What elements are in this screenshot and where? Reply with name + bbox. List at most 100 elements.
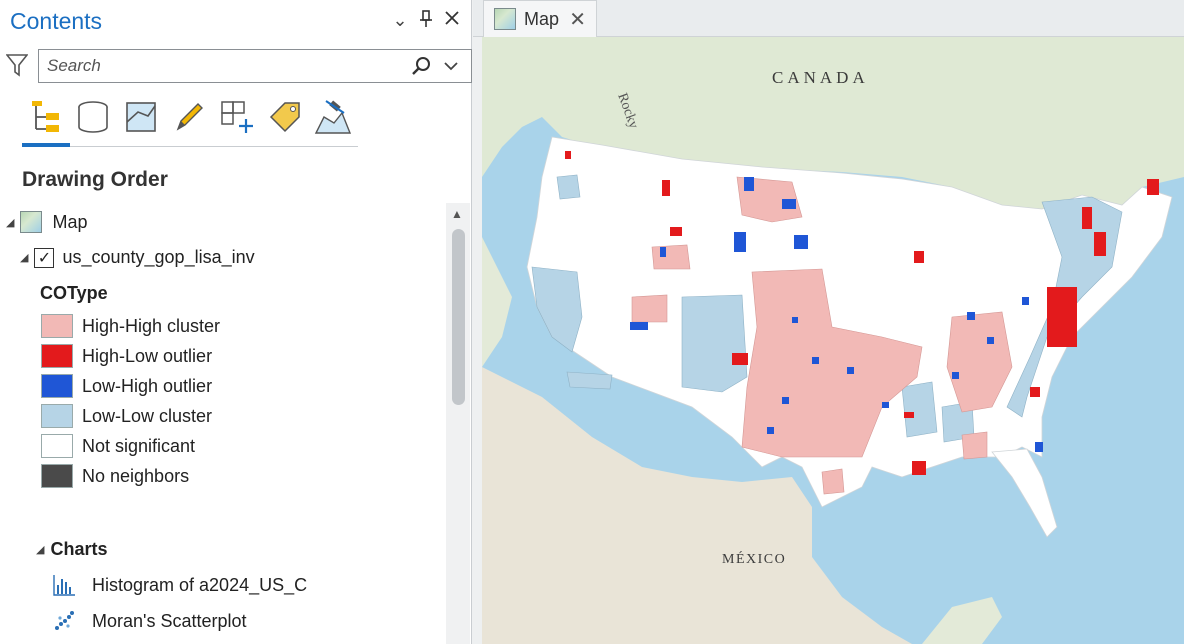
contents-pane: Contents ⌄ Search Drawing Order ◢ Map ◢ … [0,0,472,644]
scrollbar-thumb[interactable] [452,229,465,405]
legend-item[interactable]: No neighbors [41,463,189,489]
cluster-low-low [681,294,748,393]
outlier-high-low [732,353,748,365]
outlier-low-high [734,232,746,252]
outlier-low-high [812,357,819,364]
chart-item-label: Histogram of a2024_US_C [92,574,308,595]
map-thumbnail-icon [20,211,43,233]
layer-tree: ◢ Map ◢ ✓ us_county_gop_lisa_inv COType … [0,203,446,644]
legend-item[interactable]: Not significant [41,433,195,459]
tab-map-label: Map [524,8,560,29]
contents-toolbar [22,95,358,147]
legend-swatch-not-significant[interactable] [41,434,73,458]
cluster-high-high [961,431,988,460]
cluster-high-high [821,468,845,495]
snapping-icon[interactable] [218,97,256,137]
close-icon[interactable]: ✕ [569,7,586,32]
legend-swatch-low-low[interactable] [41,404,73,428]
drawing-order-heading: Drawing Order [22,168,168,191]
label-canada: CANADA [772,68,869,87]
tab-map[interactable]: Map ✕ [483,0,597,37]
outlier-low-high [967,312,975,320]
search-icon[interactable] [411,56,431,76]
search-input[interactable] [47,55,397,77]
outlier-high-low [912,461,926,475]
charts-node[interactable]: ◢ Charts [36,539,107,560]
outlier-high-low [904,412,914,418]
legend-label: Low-High outlier [82,375,213,396]
outlier-high-low [914,251,924,263]
chevron-down-icon[interactable] [443,59,459,73]
expand-caret-icon[interactable]: ◢ [36,543,44,556]
legend-label: High-Low outlier [82,345,213,366]
outlier-high-low [1082,207,1092,229]
layer-node[interactable]: ◢ ✓ us_county_gop_lisa_inv [20,247,255,268]
label-mexico: MÉXICO [722,550,786,567]
expand-caret-icon[interactable]: ◢ [20,251,28,264]
cluster-low-low [566,371,613,390]
layer-node-label: us_county_gop_lisa_inv [62,247,255,267]
outlier-high-low [662,180,670,196]
cluster-low-low [901,381,938,438]
labeling-icon[interactable] [266,97,304,137]
legend-swatch-high-low[interactable] [41,344,73,368]
active-tab-indicator [22,143,70,147]
legend-item[interactable]: Low-High outlier [41,373,212,399]
expand-caret-icon[interactable]: ◢ [6,216,14,229]
legend-swatch-no-neighbors[interactable] [41,464,73,488]
map-canvas[interactable]: CANADA Rocky MÉXICO [482,37,1184,644]
data-source-icon[interactable] [74,97,112,137]
legend-swatch-high-high[interactable] [41,314,73,338]
outlier-high-low [1030,387,1040,397]
scroll-up-icon[interactable]: ▲ [451,207,463,221]
outlier-low-high [744,177,754,191]
map-node-label: Map [52,211,88,232]
selection-icon[interactable] [122,97,160,137]
outlier-low-high [630,322,648,330]
pane-title: Contents [10,8,103,34]
chart-item-histogram[interactable]: Histogram of a2024_US_C [52,573,307,597]
cluster-high-high [651,244,691,270]
chart-item-label: Moran's Scatterplot [92,610,247,631]
outlier-high-low [1147,179,1159,195]
histogram-icon [53,575,75,596]
map-view[interactable]: CANADA Rocky MÉXICO [482,37,1184,644]
map-node[interactable]: ◢ Map [6,211,87,233]
legend-item[interactable]: Low-Low cluster [41,403,212,429]
scatterplot-icon [55,611,74,630]
drawing-order-icon[interactable] [26,97,64,137]
filter-icon[interactable] [6,53,28,77]
pane-menu-chevron-icon[interactable]: ⌄ [390,10,410,31]
outlier-low-high [782,397,789,404]
outlier-low-high [792,317,798,323]
legend-item[interactable]: High-Low outlier [41,343,212,369]
pin-icon[interactable] [416,10,436,33]
outlier-high-low [565,151,571,159]
close-icon[interactable] [442,10,462,31]
perspective-imagery-icon[interactable] [314,97,352,137]
outlier-low-high [1022,297,1029,305]
outlier-high-low [670,227,682,236]
contents-scrollbar[interactable]: ▲ [446,203,470,644]
outlier-low-high [847,367,854,374]
cluster-low-low [556,174,581,200]
editing-icon[interactable] [170,97,208,137]
outlier-low-high [987,337,994,344]
legend-swatch-low-high[interactable] [41,374,73,398]
outlier-low-high [767,427,774,434]
outlier-low-high [1035,442,1043,452]
layer-visibility-checkbox[interactable]: ✓ [34,247,55,268]
outlier-high-low [1094,232,1106,256]
legend-label: High-High cluster [82,315,221,336]
search-box [38,49,472,83]
outlier-high-low [1047,287,1077,347]
legend-label: No neighbors [82,465,190,486]
charts-node-label: Charts [50,539,108,559]
cluster-high-high [631,294,668,323]
legend-label: Low-Low cluster [82,405,213,426]
outlier-low-high [952,372,959,379]
chart-item-scatterplot[interactable]: Moran's Scatterplot [52,609,247,633]
map-tab-bar: Map ✕ [473,0,1184,37]
legend-item[interactable]: High-High cluster [41,313,220,339]
outlier-low-high [660,247,666,257]
